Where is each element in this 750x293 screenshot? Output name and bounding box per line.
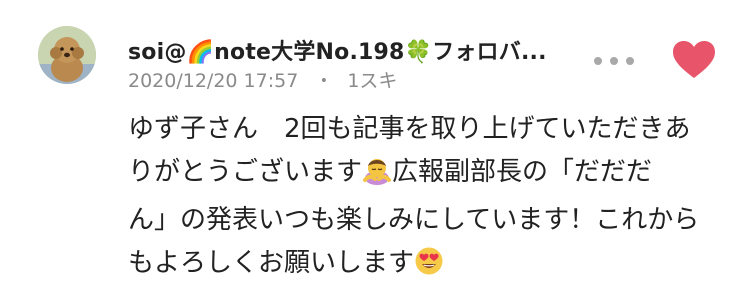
comment-line: ゆず子さん 2回も記事を取り上げていただきあ bbox=[128, 114, 691, 144]
bowing-woman-emoji bbox=[362, 155, 392, 199]
more-dot bbox=[626, 57, 634, 65]
like-count[interactable]: 1スキ bbox=[347, 70, 397, 92]
more-dot bbox=[610, 57, 618, 65]
comment-line: ん」の発表いつも楽しみにしています！これから bbox=[128, 205, 700, 235]
timestamp: 2020/12/20 17:57 bbox=[128, 70, 299, 92]
heart-icon bbox=[673, 41, 715, 78]
more-dots-icon bbox=[594, 57, 602, 65]
avatar[interactable] bbox=[38, 26, 96, 84]
comment-meta: 2020/12/20 17:57 ・ 1スキ bbox=[128, 66, 397, 93]
comment-line-2: りがとうございます 広報副部長の「だだだ bbox=[128, 151, 718, 199]
more-button[interactable] bbox=[594, 50, 634, 72]
comment-line: 広報副部長の「だだだ bbox=[392, 157, 653, 187]
comment-line: もよろしくお願いします bbox=[128, 248, 415, 278]
meta-separator: ・ bbox=[314, 70, 334, 92]
like-button[interactable] bbox=[672, 40, 716, 80]
heart-eyes-emoji bbox=[414, 246, 444, 290]
comment-card: soi@🌈note大学No.198🍀フォロバ... 2020/12/20 17:… bbox=[0, 0, 750, 293]
comment-line-5: もよろしくお願いします bbox=[128, 242, 718, 290]
comment-body: ゆず子さん 2回も記事を取り上げていただきあ りがとうございます 広報副部長の「… bbox=[128, 108, 718, 290]
comment-line: りがとうございます bbox=[128, 157, 363, 187]
user-name[interactable]: soi@🌈note大学No.198🍀フォロバ... bbox=[128, 34, 558, 66]
